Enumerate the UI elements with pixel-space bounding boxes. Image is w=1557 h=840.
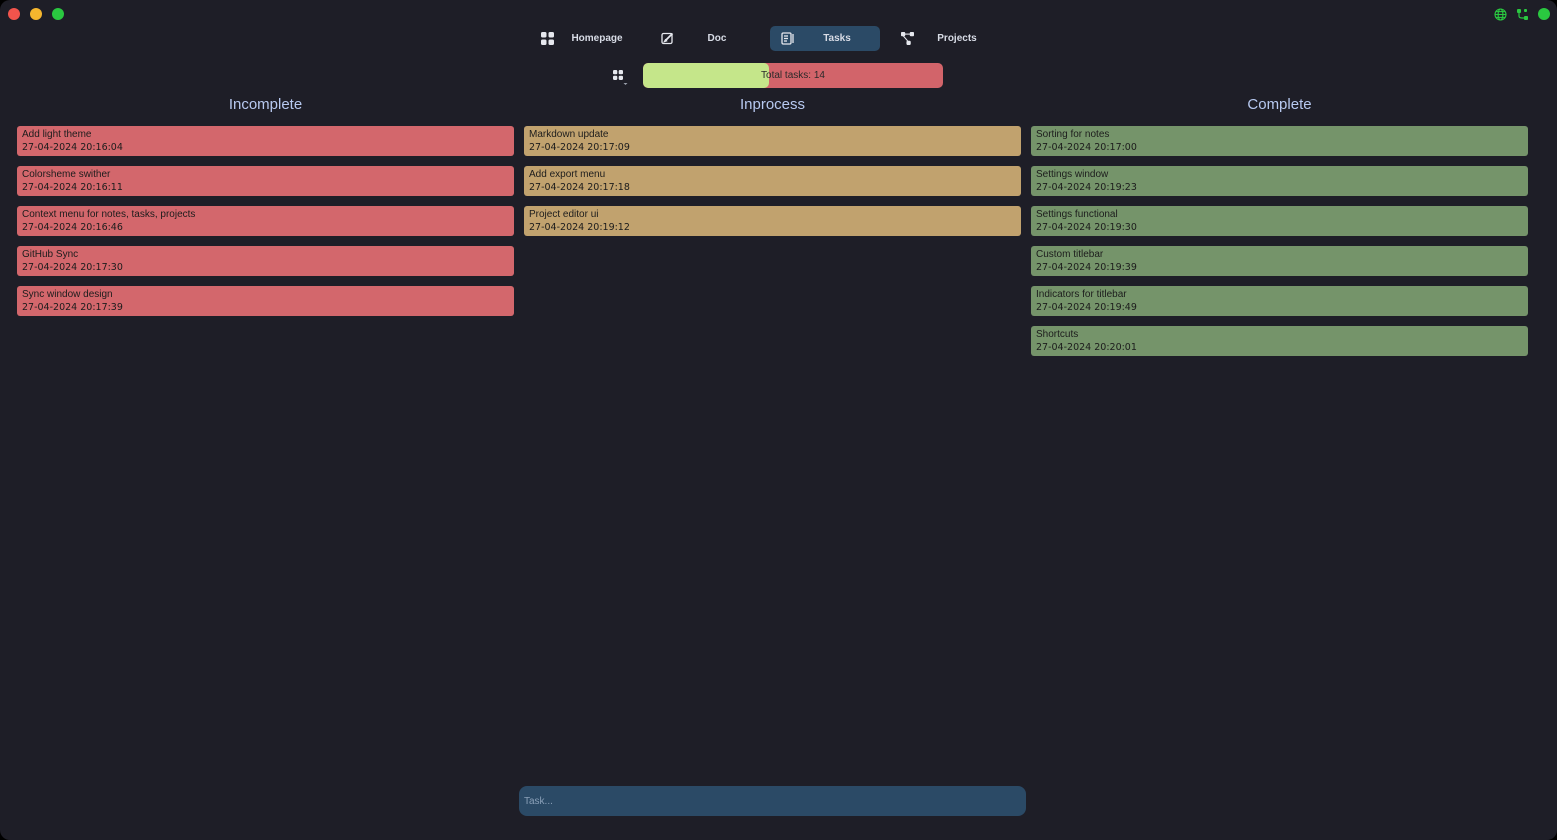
grid-dropdown-icon — [610, 70, 630, 91]
task-list: Sorting for notes 27-04-2024 20:17:00 Sett… — [1031, 126, 1528, 356]
task-title: Custom titlebar — [1036, 249, 1104, 260]
maximize-window-button[interactable] — [52, 8, 64, 20]
nav-doc[interactable]: Doc — [650, 26, 760, 51]
task-card[interactable]: Add light theme 27-04-2024 20:16:04 — [17, 126, 514, 156]
main-nav: Homepage Doc Tasks Projects — [530, 26, 1010, 51]
task-title: Shortcuts — [1036, 329, 1079, 340]
column-inprocess: Inprocess Markdown update 27-04-2024 20:1… — [524, 96, 1021, 246]
titlebar-indicators — [1493, 7, 1551, 21]
column-complete: Complete Sorting for notes 27-04-2024 20:… — [1031, 96, 1528, 366]
edit-icon — [660, 32, 674, 46]
status-dot-icon — [1537, 7, 1551, 21]
nav-tasks-label: Tasks — [823, 33, 851, 44]
task-date: 27-04-2024 20:16:46 — [22, 222, 123, 233]
view-filter-button[interactable] — [610, 67, 630, 87]
task-list: Markdown update 27-04-2024 20:17:09 Add ex… — [524, 126, 1021, 236]
task-card[interactable]: GitHub Sync 27-04-2024 20:17:30 — [17, 246, 514, 276]
task-title: Sorting for notes — [1036, 129, 1110, 140]
nav-projects[interactable]: Projects — [890, 26, 1000, 51]
task-title: Markdown update — [529, 129, 609, 140]
task-card[interactable]: Settings functional 27-04-2024 20:19:30 — [1031, 206, 1528, 236]
task-card[interactable]: Indicators for titlebar 27-04-2024 20:19:… — [1031, 286, 1528, 316]
column-title: Inprocess — [739, 96, 806, 113]
app-window: Homepage Doc Tasks Projects Total tasks:… — [0, 0, 1557, 840]
nav-tasks[interactable]: Tasks — [770, 26, 880, 51]
task-date: 27-04-2024 20:19:49 — [1036, 302, 1137, 313]
task-date: 27-04-2024 20:17:09 — [529, 142, 630, 153]
task-date: 27-04-2024 20:20:01 — [1036, 342, 1137, 353]
nav-homepage-label: Homepage — [571, 33, 623, 44]
task-date: 27-04-2024 20:17:18 — [529, 182, 630, 193]
task-title: Sync window design — [22, 289, 113, 300]
column-incomplete: Incomplete Add light theme 27-04-2024 20:… — [17, 96, 514, 326]
task-title: Project editor ui — [529, 209, 599, 220]
column-title: Complete — [1247, 96, 1312, 113]
tasks-icon — [780, 32, 794, 46]
task-title: Add light theme — [22, 129, 92, 140]
git-branch-icon — [1515, 7, 1529, 21]
total-tasks-label: Total tasks: 14 — [761, 70, 825, 81]
task-title: Context menu for notes, tasks, projects — [22, 209, 196, 220]
new-task-input[interactable] — [519, 786, 1026, 816]
task-card[interactable]: Add export menu 27-04-2024 20:17:18 — [524, 166, 1021, 196]
nav-doc-label: Doc — [707, 33, 727, 44]
task-card[interactable]: Settings window 27-04-2024 20:19:23 — [1031, 166, 1528, 196]
close-window-button[interactable] — [8, 8, 20, 20]
project-icon — [900, 32, 914, 46]
task-card[interactable]: Markdown update 27-04-2024 20:17:09 — [524, 126, 1021, 156]
task-date: 27-04-2024 20:19:23 — [1036, 182, 1137, 193]
task-date: 27-04-2024 20:19:12 — [529, 222, 630, 233]
task-title: Settings window — [1036, 169, 1109, 180]
task-card[interactable]: Context menu for notes, tasks, projects 2… — [17, 206, 514, 236]
task-progress-bar: Total tasks: 14 — [643, 63, 943, 88]
task-title: GitHub Sync — [22, 249, 79, 260]
minimize-window-button[interactable] — [30, 8, 42, 20]
task-date: 27-04-2024 20:16:04 — [22, 142, 123, 153]
task-card[interactable]: Sync window design 27-04-2024 20:17:39 — [17, 286, 514, 316]
task-date: 27-04-2024 20:16:11 — [22, 182, 123, 193]
nav-projects-label: Projects — [937, 33, 977, 44]
task-date: 27-04-2024 20:17:00 — [1036, 142, 1137, 153]
nav-homepage[interactable]: Homepage — [530, 26, 640, 51]
task-title: Add export menu — [529, 169, 606, 180]
grid-icon — [540, 32, 554, 46]
task-date: 27-04-2024 20:19:30 — [1036, 222, 1137, 233]
globe-icon — [1493, 7, 1507, 21]
task-date: 27-04-2024 20:17:39 — [22, 302, 123, 313]
task-title: Indicators for titlebar — [1036, 289, 1127, 300]
task-list: Add light theme 27-04-2024 20:16:04 Colors… — [17, 126, 514, 316]
task-title: Settings functional — [1036, 209, 1118, 220]
column-title: Incomplete — [228, 96, 303, 113]
task-card[interactable]: Sorting for notes 27-04-2024 20:17:00 — [1031, 126, 1528, 156]
task-card[interactable]: Custom titlebar 27-04-2024 20:19:39 — [1031, 246, 1528, 276]
task-card[interactable]: Colorsheme swither 27-04-2024 20:16:11 — [17, 166, 514, 196]
task-card[interactable]: Shortcuts 27-04-2024 20:20:01 — [1031, 326, 1528, 356]
task-title: Colorsheme swither — [22, 169, 111, 180]
task-card[interactable]: Project editor ui 27-04-2024 20:19:12 — [524, 206, 1021, 236]
task-date: 27-04-2024 20:19:39 — [1036, 262, 1137, 273]
task-date: 27-04-2024 20:17:30 — [22, 262, 123, 273]
